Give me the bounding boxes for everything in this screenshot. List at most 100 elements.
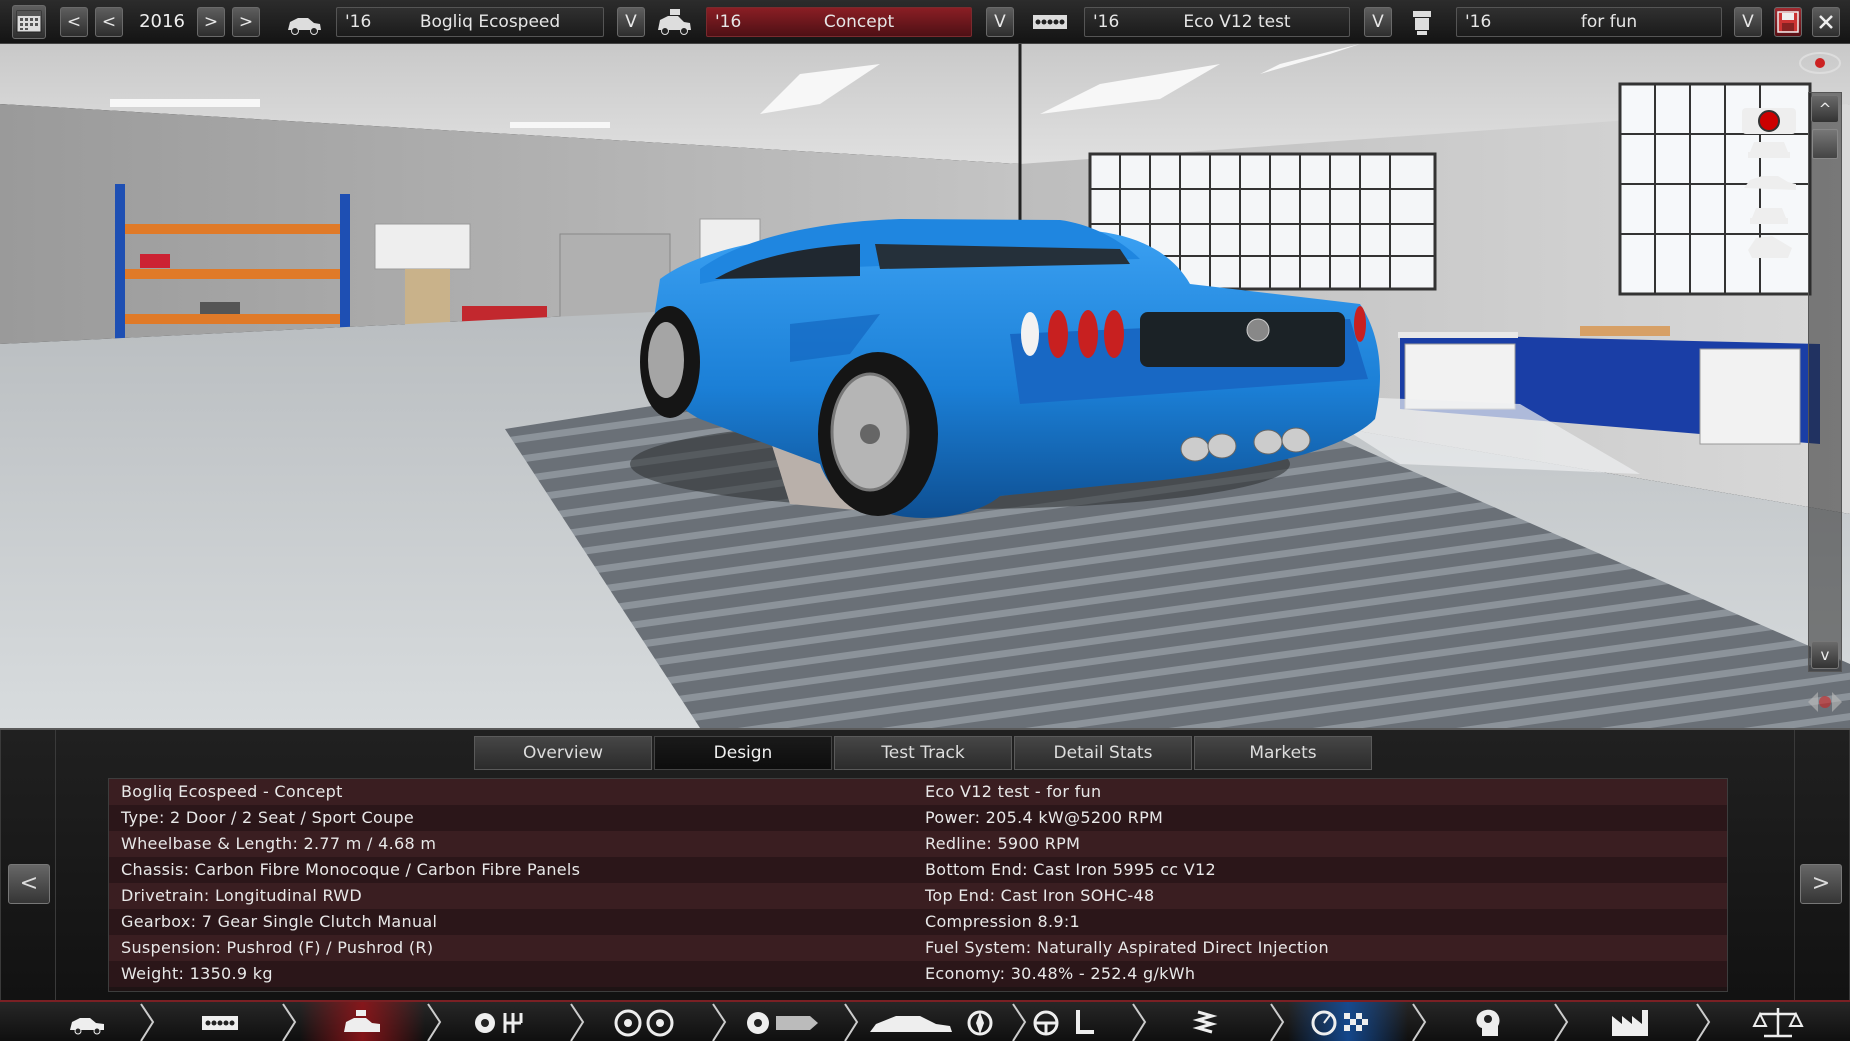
wheels-icon [614, 1009, 674, 1037]
nav-engineering[interactable] [1430, 1002, 1550, 1041]
save-button[interactable] [1774, 7, 1802, 37]
year-next-fast-button[interactable]: > [232, 7, 260, 37]
trim-selector[interactable]: '16 Concept [706, 7, 972, 37]
workflow-nav-bar [0, 1000, 1850, 1041]
scroll-down-button[interactable]: v [1811, 641, 1839, 669]
model-dropdown-button[interactable]: V [617, 7, 645, 37]
close-button[interactable] [1812, 7, 1840, 37]
stats-row: Bogliq Ecospeed - Concept Eco V12 test -… [109, 779, 1727, 805]
engine-piston-icon [1413, 11, 1431, 35]
design-stats-table: Bogliq Ecospeed - Concept Eco V12 test -… [108, 778, 1728, 992]
engine-variant-selector[interactable]: '16 for fun [1456, 7, 1722, 37]
engine-summary-title: Eco V12 test - for fun [925, 782, 1102, 801]
view-scrollbar[interactable]: ^ v [1808, 92, 1842, 672]
calendar-icon [16, 10, 42, 33]
engine-redline: Redline: 5900 RPM [925, 834, 1081, 853]
model-name: Bogliq Ecospeed [419, 12, 561, 32]
model-year: '16 [345, 12, 372, 32]
chevron-right-icon [427, 1003, 442, 1041]
nav-model[interactable] [30, 1002, 140, 1041]
chevron-right-icon [1412, 1003, 1427, 1041]
calendar-button[interactable] [12, 5, 46, 39]
chevron-right-icon [1012, 1003, 1027, 1041]
nav-engine-family[interactable] [160, 1002, 280, 1041]
engine-family-selector[interactable]: '16 Eco V12 test [1084, 7, 1350, 37]
year-next-button[interactable]: > [197, 7, 225, 37]
chevron-right-icon [1696, 1003, 1711, 1041]
stats-row: Gearbox: 7 Gear Single Clutch Manual Com… [109, 909, 1727, 935]
nav-trim[interactable] [300, 1002, 425, 1041]
car-type: Type: 2 Door / 2 Seat / Sport Coupe [121, 808, 415, 827]
car-chassis: Chassis: Carbon Fibre Monocoque / Carbon… [121, 860, 581, 879]
engine-block-icon [1033, 15, 1067, 29]
chevron-right-icon [282, 1003, 297, 1041]
game-window: < < 2016 > > '16 Bogliq Ecospeed V '16 C… [0, 0, 1850, 1041]
nav-fixtures[interactable] [1150, 1002, 1265, 1041]
panel-prev-button[interactable]: < [8, 864, 50, 904]
tab-detail-stats[interactable]: Detail Stats [1014, 736, 1192, 770]
nav-markets[interactable] [1716, 1002, 1840, 1041]
nav-chassis[interactable] [730, 1002, 840, 1041]
trim-name: Concept [823, 12, 895, 32]
view-rear-icon [1750, 208, 1788, 224]
eye-view-icon[interactable] [1796, 50, 1844, 76]
trim-year: '16 [715, 12, 742, 32]
car-trim-icon [344, 1010, 380, 1032]
view-front-icon [1748, 142, 1790, 158]
nav-suspension[interactable] [590, 1002, 715, 1041]
engine-variant-year: '16 [1465, 12, 1492, 32]
stats-row: Chassis: Carbon Fibre Monocoque / Carbon… [109, 857, 1727, 883]
chevron-right-icon [1132, 1003, 1147, 1041]
nav-factory[interactable] [1572, 1002, 1692, 1041]
engine-block-icon [202, 1016, 238, 1030]
wheel-chassis-icon [747, 1012, 818, 1034]
nav-drivetrain[interactable] [445, 1002, 570, 1041]
chevron-right-icon [712, 1003, 727, 1041]
spring-icon [1192, 1010, 1218, 1034]
car-gearbox: Gearbox: 7 Gear Single Clutch Manual [121, 912, 438, 931]
stats-row: Suspension: Pushrod (F) / Pushrod (R) Fu… [109, 935, 1727, 961]
car-model-icon [70, 1018, 104, 1035]
head-gear-icon [1476, 1009, 1500, 1036]
trim-dropdown-button[interactable]: V [986, 7, 1014, 37]
tab-design[interactable]: Design [654, 736, 832, 770]
chevron-right-icon [844, 1003, 859, 1041]
tab-test-track[interactable]: Test Track [834, 736, 1012, 770]
chevron-right-icon [140, 1003, 155, 1041]
camera-view-panel [1738, 100, 1800, 280]
year-prev-button[interactable]: < [95, 7, 123, 37]
body-aero-icon [870, 1010, 993, 1036]
engine-variant-dropdown-button[interactable]: V [1734, 7, 1762, 37]
view-side-icon [1744, 176, 1796, 190]
car-suspension: Suspension: Pushrod (F) / Pushrod (R) [121, 938, 434, 957]
scroll-thumb[interactable] [1812, 129, 1838, 159]
tab-markets[interactable]: Markets [1194, 736, 1372, 770]
nav-testing[interactable] [1288, 1002, 1408, 1041]
panel-next-button[interactable]: > [1800, 864, 1842, 904]
engine-fuel-system: Fuel System: Naturally Aspirated Direct … [925, 938, 1329, 957]
engine-power: Power: 205.4 kW@5200 RPM [925, 808, 1164, 827]
car-drivetrain: Drivetrain: Longitudinal RWD [121, 886, 363, 905]
nav-interior[interactable] [1030, 1002, 1140, 1041]
engine-compression: Compression 8.9:1 [925, 912, 1081, 931]
nav-body-design[interactable] [862, 1002, 1012, 1041]
fullscreen-toggle-icon[interactable] [1804, 684, 1846, 720]
year-prev-fast-button[interactable]: < [60, 7, 88, 37]
steering-seat-icon [1033, 1010, 1094, 1036]
garage-scene [0, 44, 1850, 728]
model-selector[interactable]: '16 Bogliq Ecospeed [336, 7, 604, 37]
top-toolbar: < < 2016 > > '16 Bogliq Ecospeed V '16 C… [0, 0, 1850, 44]
close-icon [1819, 15, 1833, 29]
car-3d-viewport[interactable]: ^ v [0, 44, 1850, 728]
car-model-icon [288, 18, 321, 35]
gauge-checkered-flag-icon [1311, 1010, 1368, 1036]
car-trim-icon [658, 9, 691, 35]
engine-family-dropdown-button[interactable]: V [1364, 7, 1392, 37]
scroll-up-button[interactable]: ^ [1811, 95, 1839, 123]
tab-overview[interactable]: Overview [474, 736, 652, 770]
info-panel: Overview Design Test Track Detail Stats … [0, 728, 1850, 1002]
engine-variant-name: for fun [1580, 12, 1638, 32]
chevron-right-icon [1270, 1003, 1285, 1041]
stats-row: Type: 2 Door / 2 Seat / Sport Coupe Powe… [109, 805, 1727, 831]
view-angle-icon [1748, 236, 1792, 258]
